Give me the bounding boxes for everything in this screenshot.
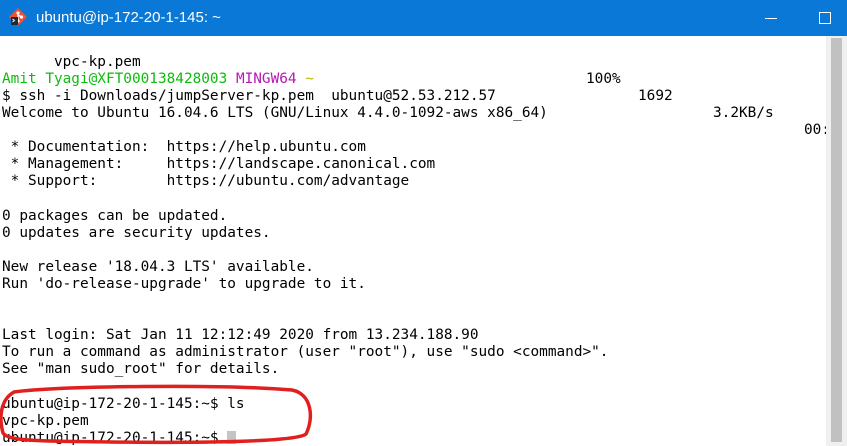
transfer-percent: 100% (586, 70, 621, 87)
transfer-bytes: 1692 (638, 87, 673, 104)
prompt-path: ~ (305, 70, 314, 87)
vertical-scrollbar[interactable] (826, 36, 847, 446)
terminal-line: 0 packages can be updated. (2, 207, 228, 224)
prompt-shell: MINGW64 (235, 70, 297, 87)
git-bash-icon (9, 8, 27, 26)
current-prompt-line[interactable]: ubuntu@ip-172-20-1-145:~$ (2, 429, 237, 446)
terminal-line: * Support: https://ubuntu.com/advantage (2, 173, 410, 190)
terminal-line: ubuntu@ip-172-20-1-145:~$ ls (2, 395, 245, 412)
terminal-line: vpc-kp.pem (2, 412, 89, 429)
scrollbar-thumb[interactable] (831, 38, 842, 442)
minimize-icon (765, 18, 777, 19)
terminal-output[interactable]: vpc-kp.pem 100% 1692 3.2KB/s 00:00 Amit … (0, 36, 826, 446)
prompt-user-host: Amit Tyagi@XFT000138428003 (2, 70, 228, 87)
terminal-line: $ ssh -i Downloads/jumpServer-kp.pem ubu… (2, 87, 496, 104)
text-cursor (227, 430, 237, 444)
minimize-button[interactable] (752, 0, 792, 36)
terminal-line: To run a command as administrator (user … (2, 344, 609, 361)
transfer-filename: vpc-kp.pem (53, 53, 141, 70)
title-bar[interactable]: ubuntu@ip-172-20-1-145: ~ (0, 0, 847, 36)
current-prompt: ubuntu@ip-172-20-1-145:~$ (2, 429, 228, 446)
transfer-eta: 00:00 (804, 121, 826, 138)
terminal-line: * Documentation: https://help.ubuntu.com (2, 139, 366, 156)
transfer-rate: 3.2KB/s (713, 104, 774, 121)
terminal-line: See "man sudo_root" for details. (2, 361, 280, 378)
terminal-window: ubuntu@ip-172-20-1-145: ~ vpc-kp.pem 100… (0, 0, 847, 446)
transfer-progress-line: vpc-kp.pem 100% 1692 3.2KB/s 00:00 (2, 37, 826, 138)
terminal-line: * Management: https://landscape.canonica… (2, 156, 436, 173)
terminal-line: 0 updates are security updates. (2, 224, 271, 241)
maximize-icon (819, 12, 831, 24)
maximize-button[interactable] (806, 0, 846, 36)
mingw-prompt-line: Amit Tyagi@XFT000138428003 MINGW64 ~ (2, 71, 314, 88)
terminal-line: Run 'do-release-upgrade' to upgrade to i… (2, 275, 366, 292)
window-title: ubuntu@ip-172-20-1-145: ~ (36, 9, 221, 26)
terminal-line: Last login: Sat Jan 11 12:12:49 2020 fro… (2, 327, 479, 344)
terminal-line: New release '18.04.3 LTS' available. (2, 258, 314, 275)
terminal-line: Welcome to Ubuntu 16.04.6 LTS (GNU/Linux… (2, 104, 548, 121)
